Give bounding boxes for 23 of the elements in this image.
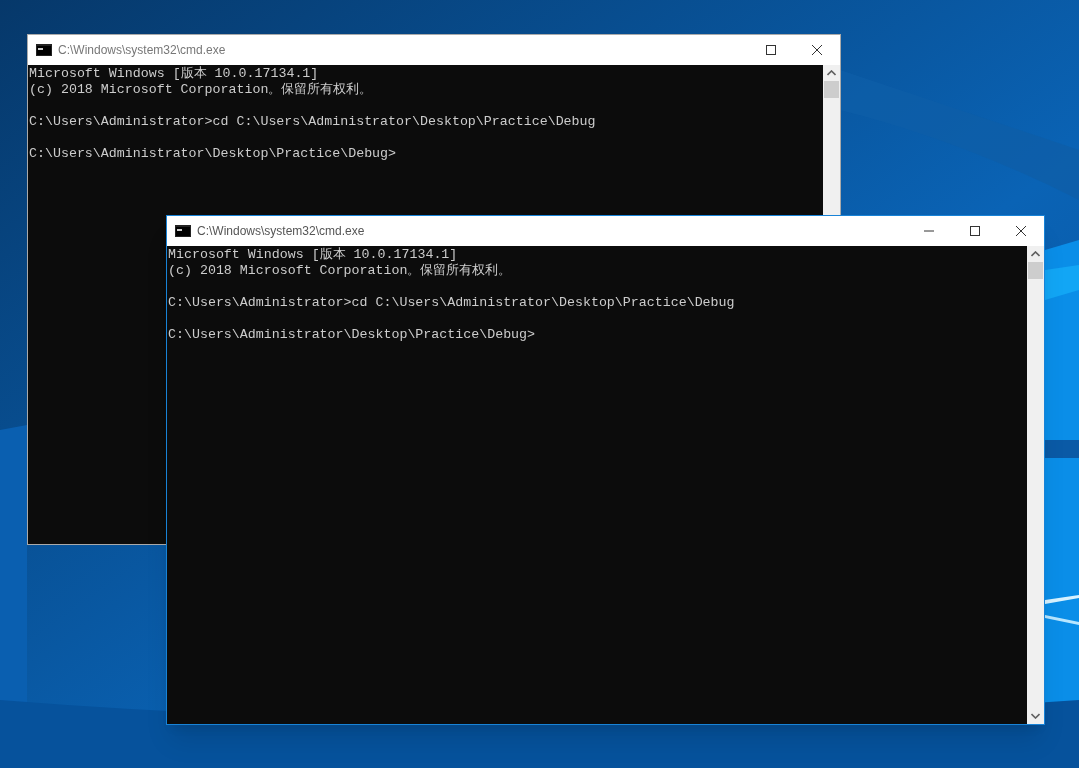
scroll-down-icon[interactable] bbox=[1031, 713, 1040, 719]
scroll-thumb[interactable] bbox=[824, 81, 839, 98]
console-line: C:\Users\Administrator\Desktop\Practice\Debug> bbox=[29, 146, 398, 162]
terminal-icon bbox=[36, 44, 52, 56]
scrollbar[interactable] bbox=[823, 65, 840, 215]
close-icon bbox=[812, 45, 822, 55]
console-line: (c) 2018 Microsoft Corporation。保留所有权利。 bbox=[29, 82, 374, 98]
maximize-icon bbox=[970, 226, 980, 236]
scroll-thumb[interactable] bbox=[1028, 262, 1043, 279]
window-title: C:\Windows\system32\cmd.exe bbox=[58, 42, 226, 59]
scroll-up-icon[interactable] bbox=[1031, 251, 1040, 257]
console-line: C:\Users\Administrator>cd C:\Users\Administrator\Desktop\Practice\Debug bbox=[29, 114, 597, 130]
console-line: C:\Users\Administrator>cd C:\Users\Administrator\Desktop\Practice\Debug bbox=[168, 295, 736, 311]
console-line: C:\Users\Administrator\Desktop\Practice\Debug> bbox=[168, 327, 537, 343]
console-line: Microsoft Windows [版本 10.0.17134.1] bbox=[168, 247, 459, 263]
scroll-up-icon[interactable] bbox=[827, 70, 836, 76]
scrollbar[interactable] bbox=[1027, 246, 1044, 724]
console-line: (c) 2018 Microsoft Corporation。保留所有权利。 bbox=[168, 263, 513, 279]
console-line: Microsoft Windows [版本 10.0.17134.1] bbox=[29, 66, 320, 82]
window-title: C:\Windows\system32\cmd.exe bbox=[197, 223, 365, 240]
maximize-icon bbox=[766, 45, 776, 55]
close-icon bbox=[1016, 226, 1026, 236]
terminal-icon bbox=[175, 225, 191, 237]
